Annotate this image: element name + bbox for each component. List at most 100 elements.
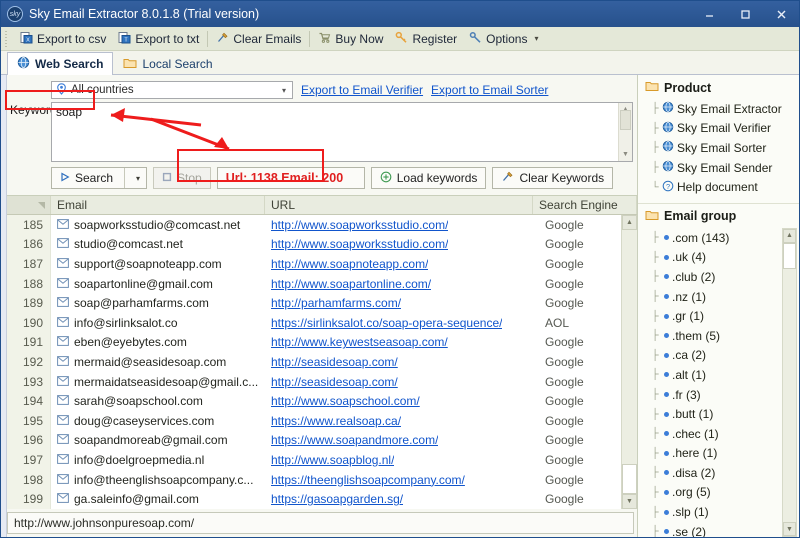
buy-now-button[interactable]: Buy Now — [312, 29, 389, 49]
row-email-cell[interactable]: soap@parhamfarms.com — [51, 293, 265, 313]
keyword-value[interactable]: soap — [52, 103, 618, 161]
row-url-cell[interactable]: http://www.keywestseasoap.com/ — [265, 333, 533, 353]
row-url-cell[interactable]: http://seasidesoap.com/ — [265, 352, 533, 372]
row-url-cell[interactable]: http://www.soapnoteapp.com/ — [265, 254, 533, 274]
close-icon[interactable] — [763, 1, 799, 27]
row-url-link[interactable]: http://www.soapartonline.com/ — [271, 277, 431, 291]
table-row[interactable]: 195 doug@caseyservices.com https://www.rea… — [7, 410, 621, 431]
row-email-cell[interactable]: soapworksstudio@comcast.net — [51, 215, 265, 235]
row-url-cell[interactable]: http://www.soapworksstudio.com/ — [265, 235, 533, 255]
table-row[interactable]: 190 info@sirlinksalot.co https://sirlinksa… — [7, 312, 621, 333]
country-select[interactable]: All countries ▾ — [51, 81, 293, 99]
row-email-cell[interactable]: info@theenglishsoapcompany.c... — [51, 470, 265, 490]
email-group-item-10[interactable]: ├ .chec (1) — [648, 424, 782, 444]
email-group-item-8[interactable]: ├ .fr (3) — [648, 385, 782, 405]
table-row[interactable]: 189 soap@parhamfarms.com http://parhamfarm… — [7, 293, 621, 313]
row-url-link[interactable]: https://www.soapandmore.com/ — [271, 433, 438, 447]
table-row[interactable]: 186 studio@comcast.net http://www.soapwork… — [7, 234, 621, 255]
group-scroll-thumb[interactable] — [783, 242, 796, 269]
email-group-item-13[interactable]: ├ .org (5) — [648, 483, 782, 503]
row-url-link[interactable]: http://www.soapworksstudio.com/ — [271, 237, 448, 251]
scroll-down-icon[interactable]: ▼ — [783, 522, 796, 536]
chevron-down-icon[interactable]: ▾ — [282, 86, 290, 95]
row-email-cell[interactable]: support@soapnoteapp.com — [51, 254, 265, 274]
tab-web-search[interactable]: Web Search — [7, 52, 114, 75]
row-email-cell[interactable]: ga.saleinfo@gmail.com — [51, 489, 265, 509]
row-url-link[interactable]: http://www.soapschool.com/ — [271, 394, 420, 408]
email-group-item-15[interactable]: ├ .se (2) — [648, 522, 782, 537]
row-url-link[interactable]: http://seasidesoap.com/ — [271, 375, 398, 389]
column-header-url[interactable]: URL — [265, 196, 533, 214]
row-url-cell[interactable]: https://sirlinksalot.co/soap-opera-seque… — [265, 313, 533, 333]
tab-local-search[interactable]: Local Search — [113, 52, 222, 75]
row-email-cell[interactable]: soapartonline@gmail.com — [51, 274, 265, 294]
product-item-2[interactable]: ├ Sky Email Sorter — [648, 138, 799, 158]
table-corner-header[interactable] — [7, 196, 51, 214]
row-email-cell[interactable]: info@sirlinksalot.co — [51, 313, 265, 333]
row-email-cell[interactable]: doug@caseyservices.com — [51, 411, 265, 431]
email-group-item-0[interactable]: ├ .com (143) — [648, 228, 782, 248]
options-button[interactable]: Options ▾ — [463, 29, 544, 49]
clear-keywords-button[interactable]: Clear Keywords — [492, 167, 614, 189]
row-url-link[interactable]: http://seasidesoap.com/ — [271, 355, 398, 369]
keyword-scrollbar[interactable]: ▲ ▼ — [618, 103, 632, 161]
row-url-link[interactable]: http://parhamfarms.com/ — [271, 296, 401, 310]
maximize-icon[interactable] — [727, 1, 763, 27]
column-header-search-engine[interactable]: Search Engine — [533, 196, 637, 214]
row-url-cell[interactable]: https://www.soapandmore.com/ — [265, 431, 533, 451]
table-row[interactable]: 187 support@soapnoteapp.com http://www.soa… — [7, 254, 621, 274]
product-item-1[interactable]: ├ Sky Email Verifier — [648, 119, 799, 139]
minimize-icon[interactable] — [691, 1, 727, 27]
row-url-link[interactable]: http://www.keywestseasoap.com/ — [271, 335, 448, 349]
table-row[interactable]: 188 soapartonline@gmail.com http://www.soa… — [7, 273, 621, 294]
clear-emails-button[interactable]: Clear Emails — [210, 29, 307, 49]
toolbar-grip[interactable] — [5, 30, 11, 47]
column-header-email[interactable]: Email — [51, 196, 265, 214]
scroll-down-icon[interactable]: ▼ — [622, 494, 637, 509]
export-to-csv-button[interactable]: X Export to csv — [14, 29, 112, 49]
row-url-cell[interactable]: http://www.soapworksstudio.com/ — [265, 215, 533, 235]
export-to-email-verifier-link[interactable]: Export to Email Verifier — [301, 83, 423, 97]
row-email-cell[interactable]: mermaid@seasidesoap.com — [51, 352, 265, 372]
export-to-txt-button[interactable]: T Export to txt — [112, 29, 205, 49]
stop-button[interactable]: Stop — [153, 167, 211, 189]
row-url-link[interactable]: https://gasoapgarden.sg/ — [271, 492, 403, 506]
table-row[interactable]: 192 mermaid@seasidesoap.com http://seaside… — [7, 352, 621, 372]
chevron-down-icon[interactable]: ▾ — [534, 34, 538, 43]
keyword-textarea[interactable]: soap ▲ ▼ — [51, 102, 633, 162]
email-group-item-3[interactable]: ├ .nz (1) — [648, 287, 782, 307]
row-url-link[interactable]: https://sirlinksalot.co/soap-opera-seque… — [271, 316, 502, 330]
table-row[interactable]: 196 soapandmoreab@gmail.com https://www.so… — [7, 430, 621, 451]
product-item-3[interactable]: ├ Sky Email Sender — [648, 158, 799, 178]
scroll-up-icon[interactable]: ▲ — [783, 228, 796, 243]
row-email-cell[interactable]: info@doelgroepmedia.nl — [51, 450, 265, 470]
row-email-cell[interactable]: studio@comcast.net — [51, 235, 265, 255]
chevron-down-icon[interactable]: ▾ — [130, 174, 146, 183]
scroll-up-icon[interactable]: ▲ — [622, 215, 637, 230]
row-email-cell[interactable]: soapandmoreab@gmail.com — [51, 431, 265, 451]
keyword-scroll-thumb[interactable] — [620, 110, 631, 130]
row-url-cell[interactable]: http://seasidesoap.com/ — [265, 372, 533, 392]
email-group-item-6[interactable]: ├ .ca (2) — [648, 346, 782, 366]
table-scroll-thumb[interactable] — [622, 464, 637, 494]
row-url-link[interactable]: https://theenglishsoapcompany.com/ — [271, 473, 465, 487]
table-scroll-track[interactable] — [622, 230, 637, 494]
table-row[interactable]: 197 info@doelgroepmedia.nl http://www.soap… — [7, 450, 621, 470]
row-url-link[interactable]: http://www.soapnoteapp.com/ — [271, 257, 428, 271]
row-email-cell[interactable]: sarah@soapschool.com — [51, 391, 265, 411]
email-group-item-11[interactable]: ├ .here (1) — [648, 444, 782, 464]
row-url-cell[interactable]: http://www.soapschool.com/ — [265, 391, 533, 411]
email-group-item-12[interactable]: ├ .disa (2) — [648, 463, 782, 483]
table-row[interactable]: 191 eben@eyebytes.com http://www.keywestse… — [7, 332, 621, 353]
table-row[interactable]: 194 sarah@soapschool.com http://www.soapsc… — [7, 391, 621, 411]
row-url-link[interactable]: http://www.soapworksstudio.com/ — [271, 218, 448, 232]
email-group-item-4[interactable]: ├ .gr (1) — [648, 306, 782, 326]
email-group-item-5[interactable]: ├ .them (5) — [648, 326, 782, 346]
table-row[interactable]: 199 ga.saleinfo@gmail.com https://gasoapga… — [7, 489, 621, 509]
row-url-cell[interactable]: https://gasoapgarden.sg/ — [265, 489, 533, 509]
email-group-item-1[interactable]: ├ .uk (4) — [648, 248, 782, 268]
table-vertical-scrollbar[interactable]: ▲ ▼ — [621, 215, 637, 509]
email-group-item-7[interactable]: ├ .alt (1) — [648, 365, 782, 385]
scroll-down-icon[interactable]: ▼ — [619, 148, 632, 161]
search-button[interactable]: Search ▾ — [51, 167, 148, 189]
